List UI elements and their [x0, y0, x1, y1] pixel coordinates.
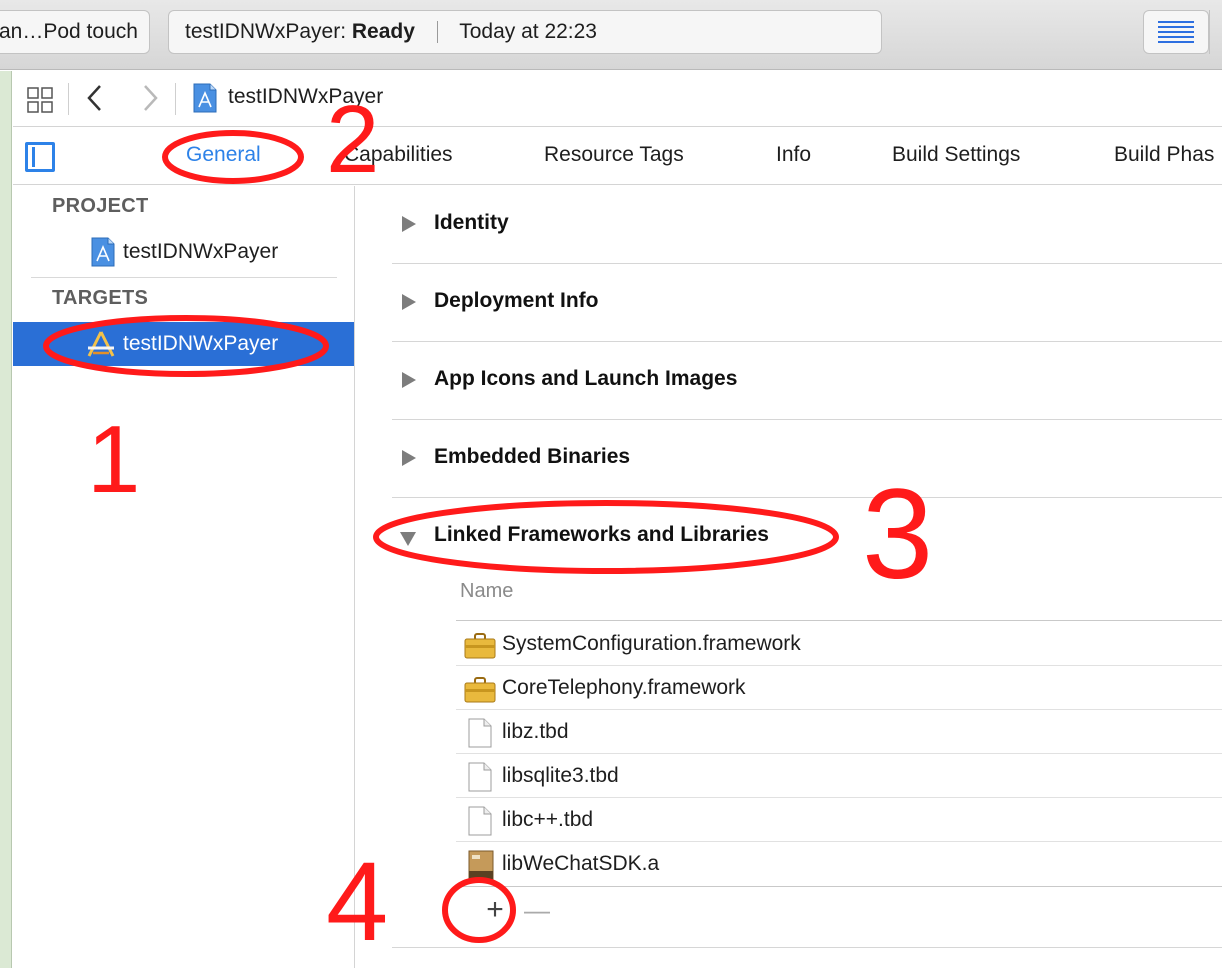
- section-deployment-info[interactable]: Deployment Info: [392, 264, 1222, 342]
- library-name: libz.tbd: [502, 720, 569, 743]
- disclosure-triangle-icon[interactable]: [402, 450, 416, 466]
- editor-tab-bar: General Capabilities Resource Tags Info …: [13, 128, 1222, 185]
- project-file-icon: [193, 83, 217, 113]
- jump-bar: testIDNWxPayer: [13, 71, 1222, 127]
- framework-toolbox-icon: [464, 633, 496, 659]
- disclosure-triangle-icon[interactable]: [402, 294, 416, 310]
- section-identity[interactable]: Identity: [392, 186, 1222, 264]
- name-column-header: Name: [460, 580, 514, 602]
- tab-general[interactable]: General: [186, 143, 261, 167]
- section-title: Embedded Binaries: [434, 445, 631, 468]
- target-item[interactable]: testIDNWxPayer: [13, 322, 354, 366]
- library-name: libWeChatSDK.a: [502, 852, 660, 875]
- project-item-label: testIDNWxPayer: [123, 240, 279, 263]
- section-title: Deployment Info: [434, 289, 599, 312]
- section-title: Identity: [434, 211, 509, 234]
- section-title: App Icons and Launch Images: [434, 367, 738, 390]
- tab-resource-tags[interactable]: Resource Tags: [544, 143, 684, 167]
- general-settings-content: Identity Deployment Info App Icons and L…: [356, 186, 1222, 968]
- archive-icon: [468, 850, 494, 880]
- section-embedded-binaries[interactable]: Embedded Binaries: [392, 420, 1222, 498]
- section-app-icons[interactable]: App Icons and Launch Images: [392, 342, 1222, 420]
- related-items-icon[interactable]: [27, 87, 53, 113]
- library-name: libc++.tbd: [502, 808, 594, 831]
- jumpbar-separator: [68, 83, 69, 115]
- tab-build-phases[interactable]: Build Phas: [1114, 143, 1214, 167]
- project-file-icon: [91, 237, 115, 267]
- libraries-table-footer: + —: [392, 886, 1222, 948]
- document-icon: [468, 806, 492, 836]
- show-targets-sidebar-icon[interactable]: [25, 142, 55, 172]
- project-targets-sidebar: PROJECT testIDNWxPayer TARGETS testIDNWx…: [13, 186, 355, 968]
- app-target-icon: [87, 331, 115, 357]
- table-footer-divider: [456, 886, 1222, 887]
- disclosure-triangle-expanded-icon[interactable]: [400, 532, 416, 546]
- window-toolbar: an…Pod touch testIDNWxPayer: Ready Today…: [0, 0, 1222, 70]
- targets-section-header: TARGETS: [52, 287, 149, 309]
- status-divider: [436, 21, 438, 44]
- libraries-table-header[interactable]: Name: [456, 576, 1222, 621]
- project-item[interactable]: testIDNWxPayer: [13, 230, 354, 274]
- library-row[interactable]: CoreTelephony.framework: [456, 666, 1222, 710]
- sidebar-divider: [31, 277, 337, 278]
- document-icon: [468, 762, 492, 792]
- tab-capabilities[interactable]: Capabilities: [344, 143, 453, 167]
- library-row[interactable]: libsqlite3.tbd: [456, 754, 1222, 798]
- jumpbar-separator: [175, 83, 176, 115]
- library-row[interactable]: libWeChatSDK.a: [456, 842, 1222, 886]
- back-arrow-icon[interactable]: [85, 83, 105, 119]
- section-title: Linked Frameworks and Libraries: [434, 523, 769, 546]
- tab-info[interactable]: Info: [776, 143, 811, 167]
- navigator-edge: [0, 71, 12, 968]
- disclosure-triangle-icon[interactable]: [402, 372, 416, 388]
- breadcrumb[interactable]: testIDNWxPayer: [228, 85, 383, 109]
- library-row[interactable]: libc++.tbd: [456, 798, 1222, 842]
- target-item-label: testIDNWxPayer: [123, 332, 279, 355]
- status-time: Today at 22:23: [459, 20, 597, 43]
- editor-segment-divider: [1209, 10, 1210, 54]
- library-name: libsqlite3.tbd: [502, 764, 619, 787]
- status-target: testIDNWxPayer:: [185, 20, 347, 43]
- library-row[interactable]: libz.tbd: [456, 710, 1222, 754]
- project-section-header: PROJECT: [52, 195, 149, 217]
- tab-build-settings[interactable]: Build Settings: [892, 143, 1020, 167]
- scheme-device-label: an…Pod touch: [0, 20, 138, 43]
- document-icon: [468, 718, 492, 748]
- remove-library-button[interactable]: —: [522, 896, 552, 926]
- forward-arrow-icon[interactable]: [140, 83, 160, 119]
- library-row[interactable]: SystemConfiguration.framework: [456, 622, 1222, 666]
- standard-editor-icon: [1158, 21, 1194, 45]
- add-library-button[interactable]: +: [480, 895, 510, 926]
- library-name: SystemConfiguration.framework: [502, 632, 801, 655]
- scheme-device-selector[interactable]: an…Pod touch: [0, 10, 150, 54]
- section-linked-frameworks[interactable]: Linked Frameworks and Libraries: [392, 498, 1222, 576]
- status-state: Ready: [351, 20, 415, 43]
- library-name: CoreTelephony.framework: [502, 676, 746, 699]
- standard-editor-button[interactable]: [1143, 10, 1209, 54]
- framework-toolbox-icon: [464, 677, 496, 703]
- activity-status-view: testIDNWxPayer: Ready Today at 22:23: [168, 10, 882, 54]
- disclosure-triangle-icon[interactable]: [402, 216, 416, 232]
